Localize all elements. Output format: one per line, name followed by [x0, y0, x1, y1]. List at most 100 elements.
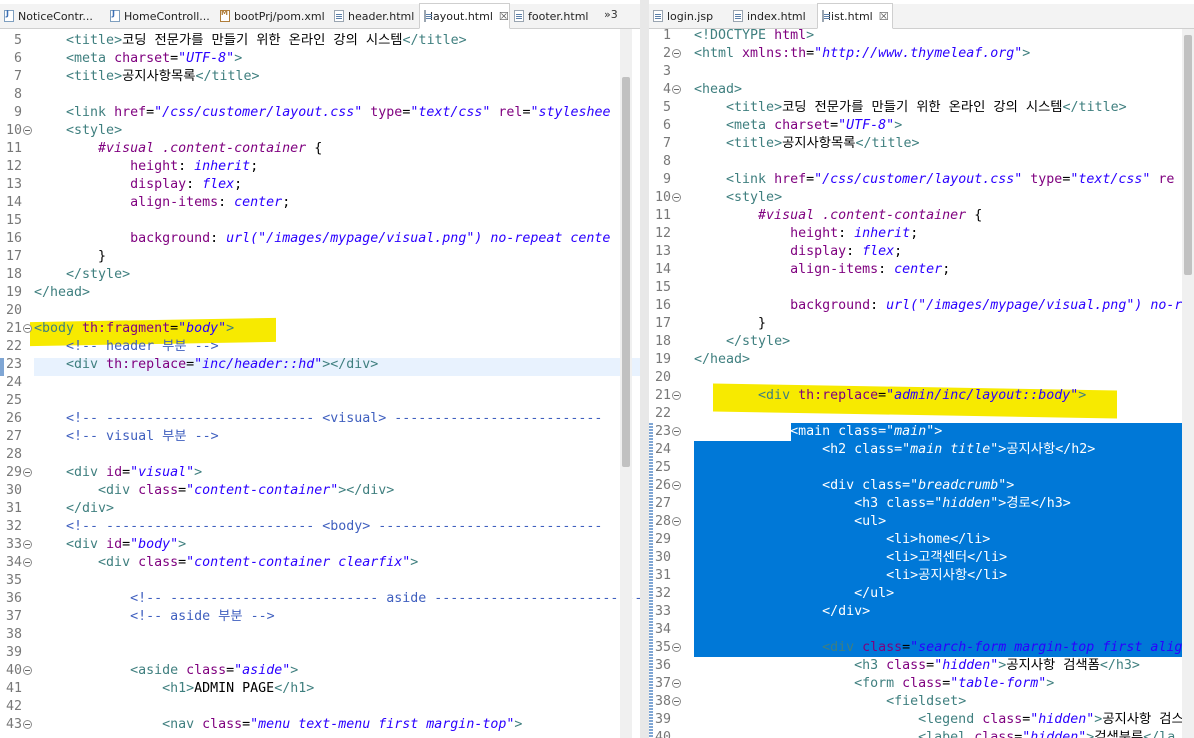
- code-line[interactable]: 33 <div id="body">: [0, 536, 640, 554]
- fold-toggle-icon[interactable]: [672, 679, 681, 688]
- code-line[interactable]: 12 height: inherit;: [0, 158, 640, 176]
- code-line[interactable]: 31 <li>공지사항</li>: [649, 567, 1194, 585]
- code-line[interactable]: 43 <nav class="menu text-menu first marg…: [0, 716, 640, 734]
- tab-layout-html[interactable]: layout.html ☒: [419, 3, 510, 29]
- code-line[interactable]: 27 <h3 class="hidden">경로</h3>: [649, 495, 1194, 513]
- fold-toggle-icon[interactable]: [672, 427, 681, 436]
- code-line[interactable]: 10 <style>: [0, 122, 640, 140]
- code-line[interactable]: 22: [649, 405, 1194, 423]
- fold-toggle-icon[interactable]: [23, 126, 32, 135]
- code-line[interactable]: 29 <div id="visual">: [0, 464, 640, 482]
- tab-footer-html[interactable]: footer.html: [510, 4, 598, 28]
- code-line[interactable]: 15: [0, 212, 640, 230]
- tab-index-html[interactable]: index.html: [729, 4, 815, 28]
- code-line[interactable]: 25: [0, 392, 640, 410]
- code-line[interactable]: 40 <label class="hidden">검색분류</la: [649, 729, 1194, 738]
- tab-homecontroll[interactable]: HomeControll...: [106, 4, 214, 28]
- code-line[interactable]: 26 <div class="breadcrumb">: [649, 477, 1194, 495]
- code-line[interactable]: 38: [0, 626, 640, 644]
- close-tab-icon[interactable]: ☒: [499, 10, 509, 23]
- code-line[interactable]: 25: [649, 459, 1194, 477]
- code-line[interactable]: 16 background: url("/images/mypage/visua…: [0, 230, 640, 248]
- code-line[interactable]: 5 <title>코딩 전문가를 만들기 위한 온라인 강의 시스템</titl…: [0, 32, 640, 50]
- fold-toggle-icon[interactable]: [672, 643, 681, 652]
- tab-bootprj-pom-xml[interactable]: bootPrj/pom.xml: [216, 4, 328, 28]
- code-line[interactable]: 8: [649, 153, 1194, 171]
- code-line[interactable]: 24 <h2 class="main title">공지사항</h2>: [649, 441, 1194, 459]
- code-line[interactable]: 23 <main class="main">: [649, 423, 1194, 441]
- code-line[interactable]: 41 <h1>ADMIN PAGE</h1>: [0, 680, 640, 698]
- code-line[interactable]: 40 <aside class="aside">: [0, 662, 640, 680]
- pane-splitter[interactable]: [640, 0, 649, 738]
- fold-toggle-icon[interactable]: [23, 540, 32, 549]
- code-line[interactable]: 36 <!-- -------------------------- aside…: [0, 590, 640, 608]
- fold-toggle-icon[interactable]: [672, 49, 681, 58]
- code-line[interactable]: 28 <ul>: [649, 513, 1194, 531]
- fold-toggle-icon[interactable]: [672, 481, 681, 490]
- code-line[interactable]: 34: [649, 621, 1194, 639]
- fold-toggle-icon[interactable]: [672, 517, 681, 526]
- fold-toggle-icon[interactable]: [23, 666, 32, 675]
- tab-header-html[interactable]: header.html: [330, 4, 417, 28]
- code-line[interactable]: 15: [649, 279, 1194, 297]
- left-vertical-scrollbar[interactable]: [620, 29, 632, 738]
- code-line[interactable]: 28: [0, 446, 640, 464]
- code-line[interactable]: 22 <!-- header 부분 -->: [0, 338, 640, 356]
- code-line[interactable]: 29 <li>home</li>: [649, 531, 1194, 549]
- code-line[interactable]: 7 <title>공지사항목록</title>: [0, 68, 640, 86]
- right-scroll-thumb[interactable]: [1184, 35, 1192, 275]
- code-line[interactable]: 4 <head>: [649, 81, 1194, 99]
- right-vertical-scrollbar[interactable]: [1182, 29, 1194, 738]
- code-line[interactable]: 7 <title>공지사항목록</title>: [649, 135, 1194, 153]
- code-line[interactable]: 8: [0, 86, 640, 104]
- code-line[interactable]: 17 }: [0, 248, 640, 266]
- left-editor-pane[interactable]: NoticeContr... HomeControll... bootPrj/pom…: [0, 0, 641, 738]
- code-line[interactable]: 14 align-items: center;: [0, 194, 640, 212]
- code-line[interactable]: 2 <html xmlns:th="http://www.thymeleaf.or…: [649, 45, 1194, 63]
- fold-toggle-icon[interactable]: [672, 697, 681, 706]
- code-line[interactable]: 13 display: flex;: [649, 243, 1194, 261]
- code-line[interactable]: 38 <fieldset>: [649, 693, 1194, 711]
- code-line[interactable]: 34 <div class="content-container clearfi…: [0, 554, 640, 572]
- code-line[interactable]: 35 <div class="search-form margin-top fi…: [649, 639, 1194, 657]
- code-line[interactable]: 5 <title>코딩 전문가를 만들기 위한 온라인 강의 시스템</titl…: [649, 99, 1194, 117]
- code-line[interactable]: 3: [649, 63, 1194, 81]
- code-line[interactable]: 18 </style>: [649, 333, 1194, 351]
- code-line[interactable]: 27 <!-- visual 부분 -->: [0, 428, 640, 446]
- code-line[interactable]: 6 <meta charset="UTF-8">: [649, 117, 1194, 135]
- code-line[interactable]: 42: [0, 698, 640, 716]
- code-line[interactable]: 10 <style>: [649, 189, 1194, 207]
- code-line[interactable]: 23 <div th:replace="inc/header::hd"></di…: [0, 356, 640, 374]
- code-line[interactable]: 19 </head>: [649, 351, 1194, 369]
- code-line[interactable]: 20: [649, 369, 1194, 387]
- fold-toggle-icon[interactable]: [23, 468, 32, 477]
- fold-toggle-icon[interactable]: [672, 193, 681, 202]
- code-line[interactable]: 11 #visual .content-container {: [0, 140, 640, 158]
- code-line[interactable]: 6 <meta charset="UTF-8">: [0, 50, 640, 68]
- tab-noticecontr[interactable]: NoticeContr...: [0, 4, 104, 28]
- code-line[interactable]: 21 <div th:replace="admin/inc/layout::bo…: [649, 387, 1194, 405]
- code-line[interactable]: 1 <!DOCTYPE html>: [649, 27, 1194, 45]
- code-line[interactable]: 31 </div>: [0, 500, 640, 518]
- code-line[interactable]: 30 <div class="content-container"></div>: [0, 482, 640, 500]
- code-line[interactable]: 37 <form class="table-form">: [649, 675, 1194, 693]
- tab-overflow-button[interactable]: »3: [604, 8, 618, 21]
- tab-list-html[interactable]: list.html ☒: [817, 3, 893, 29]
- fold-toggle-icon[interactable]: [672, 85, 681, 94]
- right-editor-pane[interactable]: login.jsp index.html list.html ☒ 1 <!DOCTYPE…: [649, 0, 1194, 738]
- code-line[interactable]: 9 <link href="/css/customer/layout.css" …: [0, 104, 640, 122]
- code-line[interactable]: 9 <link href="/css/customer/layout.css" …: [649, 171, 1194, 189]
- code-line[interactable]: 37 <!-- aside 부분 -->: [0, 608, 640, 626]
- right-code-editor[interactable]: 1 <!DOCTYPE html> 2 <html xmlns:th="http://…: [649, 27, 1194, 738]
- code-line[interactable]: 19 </head>: [0, 284, 640, 302]
- fold-toggle-icon[interactable]: [672, 391, 681, 400]
- code-line[interactable]: 18 </style>: [0, 266, 640, 284]
- code-line[interactable]: 39: [0, 644, 640, 662]
- code-line[interactable]: 26 <!-- -------------------------- <visu…: [0, 410, 640, 428]
- code-line[interactable]: 36 <h3 class="hidden">공지사항 검색폼</h3>: [649, 657, 1194, 675]
- code-line[interactable]: 14 align-items: center;: [649, 261, 1194, 279]
- code-line[interactable]: 32 <!-- -------------------------- <body…: [0, 518, 640, 536]
- close-tab-icon[interactable]: ☒: [879, 10, 889, 23]
- fold-toggle-icon[interactable]: [23, 558, 32, 567]
- code-line[interactable]: 20: [0, 302, 640, 320]
